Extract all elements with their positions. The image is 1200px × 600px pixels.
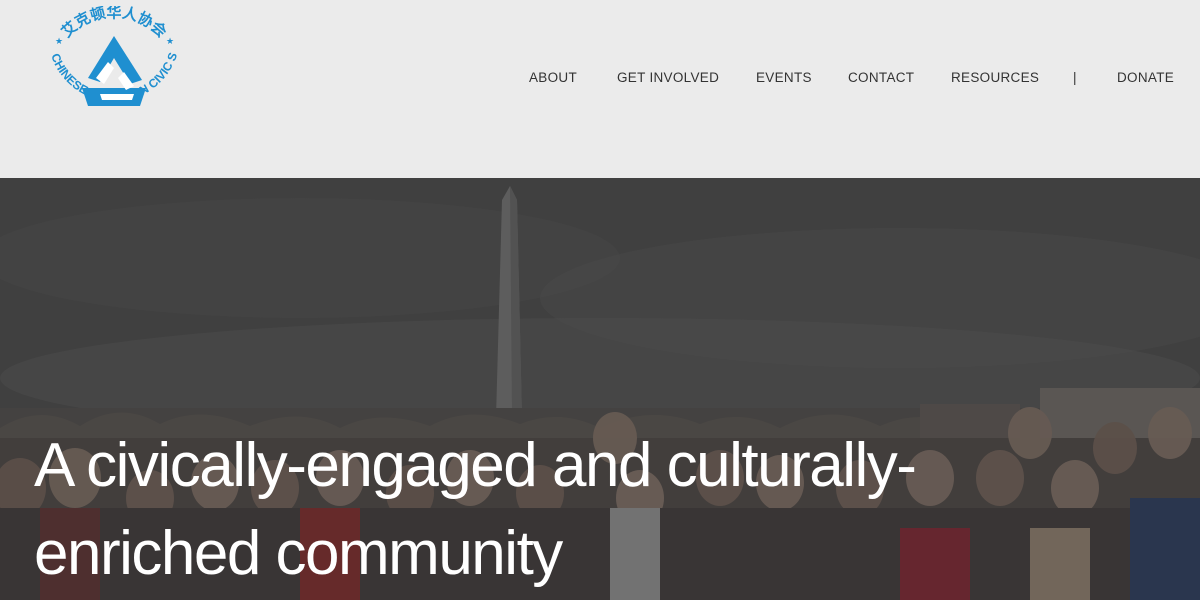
nav-events-link[interactable]: EVENTS: [756, 70, 812, 85]
logo-chinese-text: 艾克顿华人协会: [58, 6, 171, 41]
nav-get-involved-link[interactable]: GET INVOLVED: [617, 70, 719, 85]
svg-text:艾克顿华人协会: 艾克顿华人协会: [58, 6, 171, 41]
nav-separator: |: [1073, 70, 1077, 85]
hero-headline-line-1: A civically-engaged and culturally-: [34, 431, 917, 500]
hero-headline: A civically-engaged and culturally- enri…: [34, 422, 1184, 598]
nav-resources-link[interactable]: RESOURCES: [951, 70, 1039, 85]
nav-contact-link[interactable]: CONTACT: [848, 70, 914, 85]
site-header: 艾克顿华人协会 ACTON CHINESE AMERICAN CIVIC SOC…: [0, 0, 1200, 178]
svg-text:★: ★: [55, 36, 63, 46]
hero-headline-line-2: enriched community: [34, 519, 563, 588]
svg-text:★: ★: [166, 36, 174, 46]
nav-donate-link[interactable]: DONATE: [1117, 70, 1174, 85]
nav-about-link[interactable]: ABOUT: [529, 70, 577, 85]
main-nav: ABOUT GET INVOLVED EVENTS CONTACT RESOUR…: [0, 70, 1200, 90]
hero-banner: A civically-engaged and culturally- enri…: [0, 178, 1200, 600]
